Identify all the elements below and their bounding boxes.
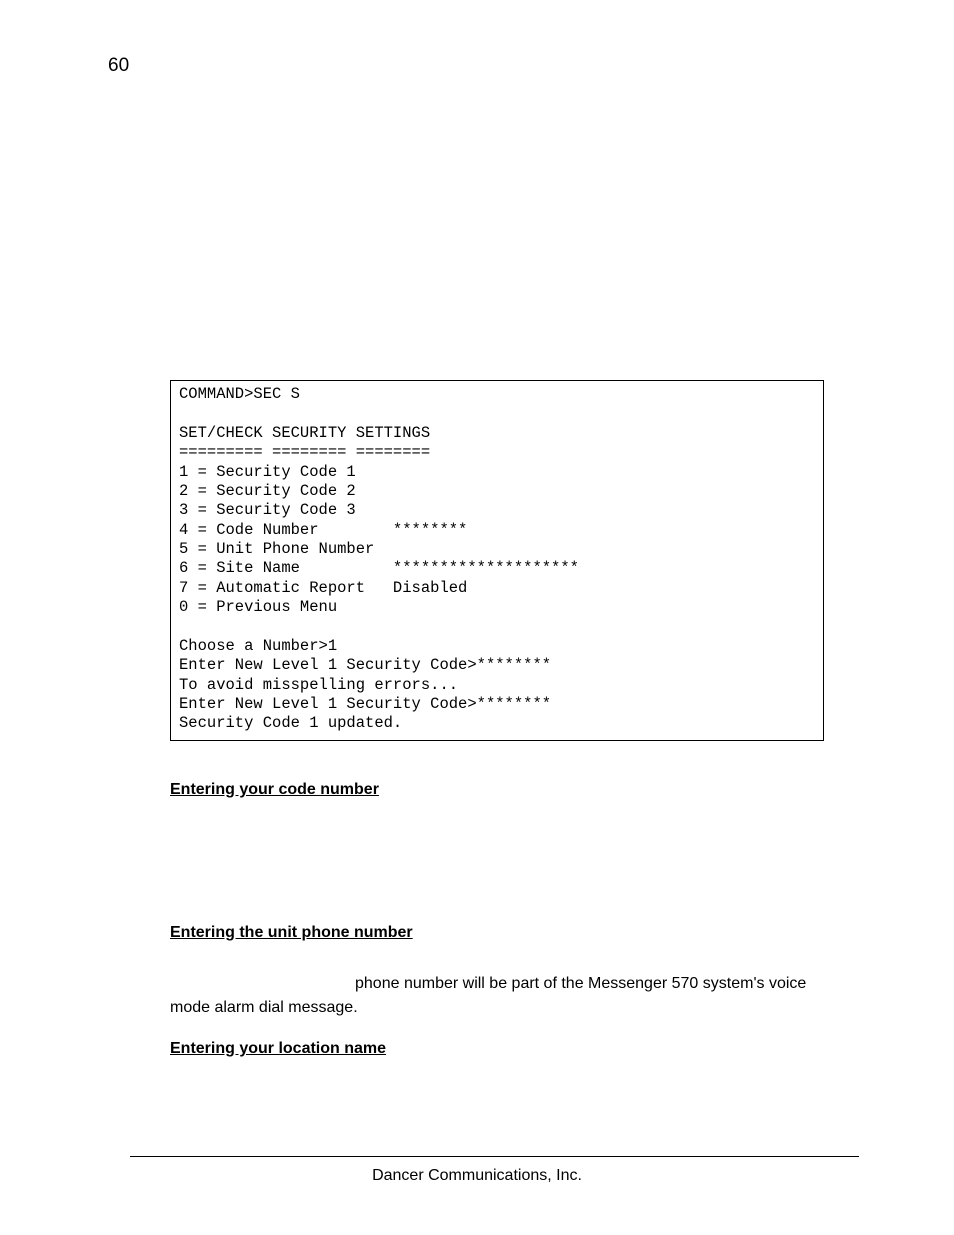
terminal-line: 1 = Security Code 1 bbox=[179, 463, 356, 481]
heading-unit-phone: Entering the unit phone number bbox=[170, 924, 824, 942]
terminal-line: 2 = Security Code 2 bbox=[179, 482, 356, 500]
terminal-line: Security Code 1 updated. bbox=[179, 714, 402, 732]
terminal-line: 5 = Unit Phone Number bbox=[179, 540, 374, 558]
footer-rule bbox=[130, 1156, 859, 1157]
heading-location-name: Entering your location name bbox=[170, 1040, 824, 1058]
terminal-line: COMMAND>SEC S bbox=[179, 385, 300, 403]
terminal-line: 4 = Code Number ******** bbox=[179, 521, 467, 539]
body-text-phone: phone number will be part of the Messeng… bbox=[170, 972, 824, 1020]
terminal-line: 7 = Automatic Report Disabled bbox=[179, 579, 467, 597]
terminal-line: Enter New Level 1 Security Code>******** bbox=[179, 656, 551, 674]
document-page: 60 COMMAND>SEC S SET/CHECK SECURITY SETT… bbox=[0, 0, 954, 1235]
body-text-phone-content: phone number will be part of the Messeng… bbox=[170, 972, 824, 1020]
terminal-line: SET/CHECK SECURITY SETTINGS bbox=[179, 424, 430, 442]
terminal-line: 0 = Previous Menu bbox=[179, 598, 337, 616]
terminal-line: 3 = Security Code 3 bbox=[179, 501, 356, 519]
terminal-line: 6 = Site Name ******************** bbox=[179, 559, 579, 577]
terminal-output-box: COMMAND>SEC S SET/CHECK SECURITY SETTING… bbox=[170, 380, 824, 741]
heading-code-number: Entering your code number bbox=[170, 781, 824, 799]
terminal-line: To avoid misspelling errors... bbox=[179, 676, 458, 694]
terminal-line: Choose a Number>1 bbox=[179, 637, 337, 655]
footer-text: Dancer Communications, Inc. bbox=[0, 1167, 954, 1185]
page-number: 60 bbox=[108, 55, 129, 77]
terminal-line: ========= ======== ======== bbox=[179, 443, 430, 461]
terminal-line: Enter New Level 1 Security Code>******** bbox=[179, 695, 551, 713]
